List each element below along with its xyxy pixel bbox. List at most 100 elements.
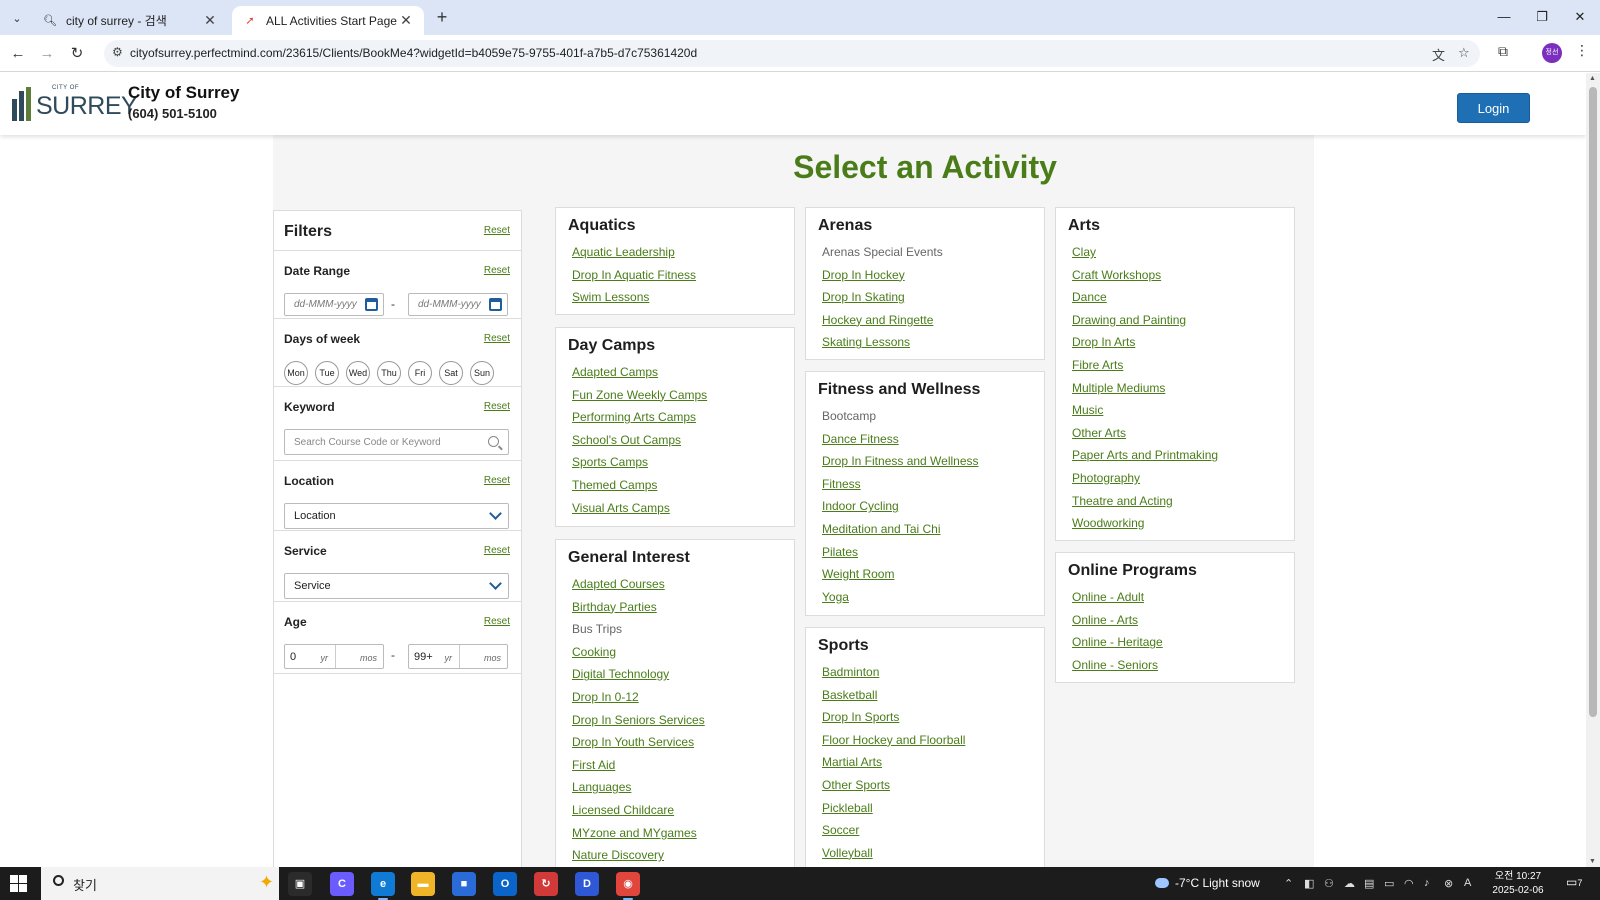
activity-link[interactable]: Drop In Fitness and Wellness: [822, 454, 979, 477]
taskbar-clock[interactable]: 오전 10:27 2025-02-06: [1488, 870, 1548, 898]
activity-link[interactable]: Performing Arts Camps: [572, 410, 707, 433]
chevron-up-icon[interactable]: ⌃: [1284, 877, 1293, 890]
activity-link[interactable]: Floor Hockey and Floorball: [822, 733, 965, 756]
service-select[interactable]: Service: [284, 573, 509, 599]
activity-link[interactable]: Clay: [1072, 245, 1218, 268]
activity-link[interactable]: Multiple Mediums: [1072, 381, 1218, 404]
day-fri-toggle[interactable]: Fri: [408, 361, 432, 385]
activity-link[interactable]: Themed Camps: [572, 478, 707, 501]
back-arrow-icon[interactable]: ←: [7, 43, 29, 65]
new-tab-button[interactable]: +: [432, 8, 452, 28]
reset-keyword-link[interactable]: Reset: [484, 401, 510, 412]
url-text[interactable]: cityofsurrey.perfectmind.com/23615/Clien…: [130, 46, 697, 60]
profile-avatar[interactable]: 정선: [1542, 43, 1562, 63]
activity-link[interactable]: School's Out Camps: [572, 433, 707, 456]
file-explorer-icon[interactable]: ▬: [411, 872, 435, 896]
weather-widget[interactable]: -7°C Light snow: [1155, 876, 1260, 890]
activity-link[interactable]: Drop In Aquatic Fitness: [572, 268, 696, 291]
activity-link[interactable]: Fitness: [822, 477, 979, 500]
activity-link[interactable]: Weight Room: [822, 567, 979, 590]
activity-link[interactable]: Martial Arts: [822, 755, 965, 778]
day-sun-toggle[interactable]: Sun: [470, 361, 494, 385]
reset-days-link[interactable]: Reset: [484, 333, 510, 344]
sync-app-icon[interactable]: ↻: [534, 872, 558, 896]
activity-link[interactable]: Online - Heritage: [1072, 635, 1163, 658]
activity-link[interactable]: Meditation and Tai Chi: [822, 522, 979, 545]
forward-arrow-icon[interactable]: →: [36, 43, 58, 65]
city-logo[interactable]: CITY OF SURREY: [10, 85, 138, 123]
activity-link[interactable]: Licensed Childcare: [572, 803, 705, 826]
activity-link[interactable]: Skating Lessons: [822, 335, 943, 358]
scrollbar-thumb[interactable]: [1589, 87, 1597, 717]
location-select[interactable]: Location: [284, 503, 509, 529]
activity-link[interactable]: Drop In Hockey: [822, 268, 943, 291]
date-from-input[interactable]: dd-MMM-yyyy: [284, 293, 384, 316]
tab-activities[interactable]: ➚ ALL Activities Start Page ✕: [232, 6, 424, 35]
mos-unit[interactable]: mos: [484, 653, 501, 663]
activity-link[interactable]: Drop In Seniors Services: [572, 713, 705, 736]
date-to-input[interactable]: dd-MMM-yyyy: [408, 293, 508, 316]
activity-link[interactable]: MYzone and MYgames: [572, 826, 705, 849]
activity-link[interactable]: Basketball: [822, 688, 965, 711]
copilot-icon[interactable]: C: [330, 872, 354, 896]
tab-search-button[interactable]: ⌄: [6, 7, 28, 29]
activity-link[interactable]: Drop In Arts: [1072, 335, 1218, 358]
calendar-icon[interactable]: [365, 298, 378, 311]
page-scrollbar[interactable]: ▲ ▼: [1586, 73, 1600, 867]
wifi-icon[interactable]: ◠: [1404, 877, 1414, 890]
activity-link[interactable]: Drop In 0-12: [572, 690, 705, 713]
notification-icon[interactable]: ▭7: [1566, 875, 1582, 889]
activity-link[interactable]: Badminton: [822, 665, 965, 688]
activity-link[interactable]: Hockey and Ringette: [822, 313, 943, 336]
activity-link[interactable]: Cooking: [572, 645, 705, 668]
url-field[interactable]: ⚙ cityofsurrey.perfectmind.com/23615/Cli…: [104, 40, 1480, 67]
activity-link[interactable]: Online - Adult: [1072, 590, 1163, 613]
activity-link[interactable]: Languages: [572, 780, 705, 803]
activity-link[interactable]: Fun Zone Weekly Camps: [572, 388, 707, 411]
close-tab-icon[interactable]: ✕: [202, 12, 218, 29]
activity-link[interactable]: Photography: [1072, 471, 1218, 494]
battery-icon[interactable]: ▭: [1384, 877, 1394, 890]
day-mon-toggle[interactable]: Mon: [284, 361, 308, 385]
activity-link[interactable]: Dance Fitness: [822, 432, 979, 455]
activity-link[interactable]: Craft Workshops: [1072, 268, 1218, 291]
more-menu-icon[interactable]: ⋮: [1575, 42, 1589, 59]
tray-app-icon[interactable]: ⊗: [1444, 877, 1453, 890]
activity-link[interactable]: Woodworking: [1072, 516, 1218, 539]
chrome-icon[interactable]: ◉: [616, 872, 640, 900]
activity-link[interactable]: Online - Arts: [1072, 613, 1163, 636]
scroll-up-arrow-icon[interactable]: ▲: [1589, 75, 1596, 82]
activity-link[interactable]: Sports Camps: [572, 455, 707, 478]
login-button[interactable]: Login: [1457, 93, 1530, 123]
reset-age-link[interactable]: Reset: [484, 616, 510, 627]
activity-link[interactable]: Theatre and Acting: [1072, 494, 1218, 517]
ms-store-icon[interactable]: ■: [452, 872, 476, 896]
keyboard-language-icon[interactable]: A: [1464, 877, 1471, 889]
tab-search-results[interactable]: 🔍︎ city of surrey - 검색 ✕: [32, 6, 228, 35]
translate-icon[interactable]: 文: [1432, 45, 1445, 64]
tray-app-icon[interactable]: ⚇: [1324, 877, 1334, 890]
restore-button[interactable]: ❐: [1524, 5, 1560, 29]
activity-link[interactable]: Paper Arts and Printmaking: [1072, 448, 1218, 471]
activity-link[interactable]: Volleyball: [822, 846, 965, 867]
taskbar-search-box[interactable]: 찾기 ✦: [41, 867, 279, 900]
reset-date-link[interactable]: Reset: [484, 265, 510, 276]
task-view-icon[interactable]: ▣: [288, 872, 312, 896]
scroll-down-arrow-icon[interactable]: ▼: [1589, 858, 1596, 865]
activity-link[interactable]: Pickleball: [822, 801, 965, 824]
day-wed-toggle[interactable]: Wed: [346, 361, 370, 385]
activity-link[interactable]: Drop In Youth Services: [572, 735, 705, 758]
activity-link[interactable]: Visual Arts Camps: [572, 501, 707, 524]
activity-link[interactable]: Adapted Courses: [572, 577, 705, 600]
activity-link[interactable]: Aquatic Leadership: [572, 245, 696, 268]
activity-link[interactable]: Soccer: [822, 823, 965, 846]
reload-icon[interactable]: ↻: [66, 43, 88, 65]
bookmark-star-icon[interactable]: ☆: [1458, 45, 1470, 61]
reset-location-link[interactable]: Reset: [484, 475, 510, 486]
activity-link[interactable]: Yoga: [822, 590, 979, 613]
keyword-search-input[interactable]: Search Course Code or Keyword: [284, 429, 509, 455]
search-icon[interactable]: [488, 436, 499, 447]
windows-start-icon[interactable]: [10, 875, 27, 892]
d-app-icon[interactable]: D: [575, 872, 599, 896]
activity-link[interactable]: Swim Lessons: [572, 290, 696, 313]
